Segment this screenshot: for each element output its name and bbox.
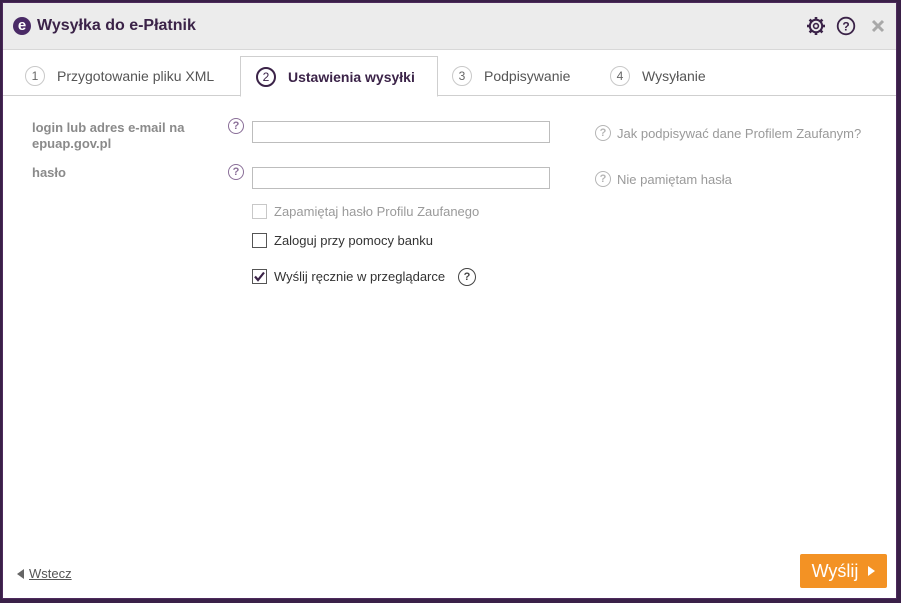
send-manually-help-icon[interactable]: ? xyxy=(458,268,476,286)
remember-password-label: Zapamiętaj hasło Profilu Zaufanego xyxy=(274,204,480,219)
login-input[interactable] xyxy=(252,121,550,143)
wizard-tabs: 1 Przygotowanie pliku XML 2 Ustawienia w… xyxy=(3,50,896,97)
tab-number: 3 xyxy=(452,66,472,86)
svg-text:?: ? xyxy=(842,20,849,34)
login-label-line2: epuap.gov.pl xyxy=(32,136,112,151)
help-icon[interactable]: ? xyxy=(836,16,856,36)
forgot-password-link[interactable]: Nie pamiętam hasła xyxy=(617,172,732,187)
send-manually-label: Wyślij ręcznie w przeglądarce xyxy=(274,269,446,284)
tab-sending[interactable]: 4 Wysyłanie xyxy=(610,56,706,96)
tab-label: Wysyłanie xyxy=(642,68,706,84)
profile-help-icon: ? xyxy=(595,125,611,141)
profile-help-link[interactable]: Jak podpisywać dane Profilem Zaufanym? xyxy=(617,126,861,141)
tab-signing[interactable]: 3 Podpisywanie xyxy=(452,56,570,96)
send-arrow-icon xyxy=(868,566,876,576)
back-label: Wstecz xyxy=(29,566,72,581)
back-link[interactable]: Wstecz xyxy=(17,566,72,581)
password-input[interactable] xyxy=(252,167,550,189)
close-icon[interactable] xyxy=(868,16,888,36)
title-bar: e Wysyłka do e-Płatnik ? xyxy=(3,3,896,50)
app-logo-icon: e xyxy=(13,17,31,35)
dialog-window: e Wysyłka do e-Płatnik ? 1 Przygotowanie… xyxy=(2,2,897,599)
tab-xml-preparation[interactable]: 1 Przygotowanie pliku XML xyxy=(25,56,214,96)
bank-login-checkbox[interactable] xyxy=(252,233,267,248)
tab-label: Przygotowanie pliku XML xyxy=(57,68,215,84)
login-label-line1: login lub adres e-mail na xyxy=(32,120,185,135)
remember-password-checkbox[interactable] xyxy=(252,204,267,219)
send-button[interactable]: Wyślij xyxy=(800,554,887,588)
gear-icon[interactable] xyxy=(806,16,826,36)
forgot-password-help-icon: ? xyxy=(595,171,611,187)
window-title: Wysyłka do e-Płatnik xyxy=(37,17,196,34)
tab-shipping-settings[interactable]: 2 Ustawienia wysyłki xyxy=(240,56,438,97)
login-help-icon[interactable]: ? xyxy=(228,118,244,134)
tab-number: 4 xyxy=(610,66,630,86)
login-label: login lub adres e-mail na epuap.gov.pl xyxy=(32,120,184,152)
tab-number: 2 xyxy=(256,66,276,87)
tab-number: 1 xyxy=(25,66,45,86)
password-label: hasło xyxy=(32,165,66,180)
bank-login-label: Zaloguj przy pomocy banku xyxy=(274,233,433,248)
tab-label: Podpisywanie xyxy=(484,68,571,84)
tab-label: Ustawienia wysyłki xyxy=(288,68,415,85)
checkmark-icon xyxy=(254,271,265,282)
back-arrow-icon xyxy=(17,568,24,579)
password-help-icon[interactable]: ? xyxy=(228,164,244,180)
send-button-label: Wyślij xyxy=(811,560,859,581)
send-manually-checkbox[interactable] xyxy=(252,269,267,284)
